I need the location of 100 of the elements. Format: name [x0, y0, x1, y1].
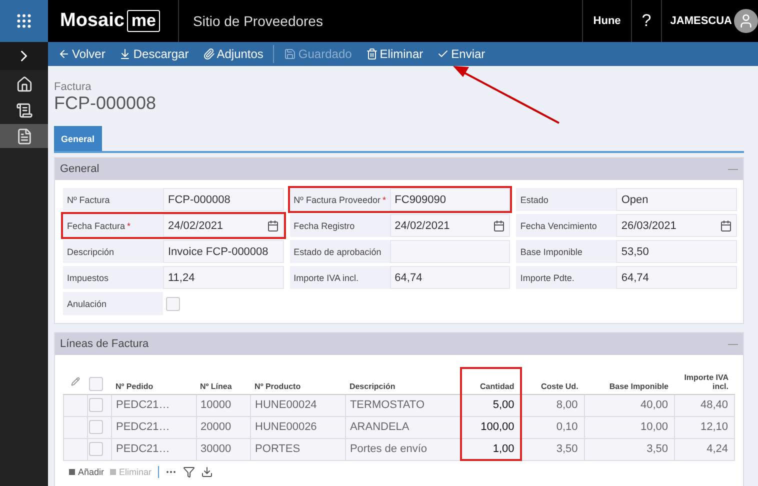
input-field[interactable]: 53,50: [616, 240, 737, 263]
field-label: Anulación: [63, 292, 163, 315]
panel-header[interactable]: General: [55, 158, 743, 180]
document-icon: [16, 128, 32, 144]
field-value: 24/02/2021: [394, 220, 450, 232]
calendar-icon[interactable]: [493, 220, 506, 232]
tab[interactable]: General: [54, 126, 102, 151]
field-value: FCP-000008: [168, 194, 230, 206]
toolbar-button[interactable]: Eliminar: [360, 42, 430, 66]
field-label: Estado: [516, 188, 616, 211]
table-cell: 48,40: [674, 394, 734, 416]
field-value: 64,74: [621, 272, 649, 284]
input-field[interactable]: [390, 240, 510, 263]
line-action-button[interactable]: Añadir: [69, 467, 104, 477]
input-field[interactable]: 11,24: [163, 266, 284, 289]
record-type: Factura: [54, 81, 92, 93]
field-value: Open: [621, 194, 648, 206]
table-cell: PEDC21…: [112, 394, 196, 416]
panel-title: Líneas de Factura: [60, 338, 149, 350]
table-cell: PORTES: [250, 438, 346, 460]
field-value: 24/02/2021: [168, 220, 224, 232]
brand-logo-text: Mosaic: [60, 10, 124, 32]
required-mark: *: [127, 220, 131, 230]
table-cell: 3,50: [584, 438, 674, 460]
table-cell: 100,00: [460, 416, 522, 438]
field-label: Fecha Registro: [290, 214, 390, 237]
column-header[interactable]: Descripción: [345, 368, 461, 394]
sidebar-item[interactable]: [0, 124, 48, 148]
input-field[interactable]: 26/03/2021: [616, 214, 737, 237]
table-cell: 10000: [196, 394, 251, 416]
panel-header[interactable]: Líneas de Factura: [55, 333, 743, 355]
table-cell: 20000: [196, 416, 251, 438]
input-field[interactable]: Open: [616, 188, 737, 211]
field-label: Base Imponible: [516, 240, 616, 263]
required-mark: *: [382, 194, 386, 204]
row-checkbox[interactable]: [89, 420, 103, 434]
table-cell: 3,50: [521, 438, 584, 460]
edit-icon[interactable]: [71, 376, 80, 386]
download-icon[interactable]: [200, 466, 213, 478]
table-cell: 4,24: [674, 438, 734, 460]
field-value: FC909090: [394, 194, 446, 206]
filter-icon[interactable]: [182, 466, 195, 478]
field-label: Estado de aprobación: [290, 240, 390, 263]
input-field[interactable]: 24/02/2021: [163, 214, 284, 237]
field-label: Nº Factura: [63, 188, 163, 211]
brand-logo-box: me: [127, 10, 160, 32]
field-label: Descripción: [63, 240, 163, 263]
table-cell: 1,00: [460, 438, 522, 460]
toolbar-button[interactable]: Volver: [52, 42, 112, 66]
field-value: Invoice FCP-000008: [168, 246, 268, 258]
table-cell: 12,10: [674, 416, 734, 438]
table-cell: Portes de envío: [345, 438, 461, 460]
apps-grid-button[interactable]: [0, 0, 48, 42]
checkbox[interactable]: [166, 296, 180, 310]
paperclip-icon: [202, 48, 215, 60]
select-all-checkbox[interactable]: [88, 376, 102, 390]
table-cell: 5,00: [460, 394, 522, 416]
field-value: 53,50: [621, 246, 649, 258]
user-avatar-icon: [734, 9, 758, 33]
trash-icon: [366, 48, 378, 60]
row-checkbox[interactable]: [89, 398, 103, 412]
toolbar-button[interactable]: Adjuntos: [196, 42, 270, 66]
calendar-icon[interactable]: [720, 220, 732, 232]
input-field[interactable]: 64,74: [616, 266, 737, 289]
input-field[interactable]: Invoice FCP-000008: [163, 240, 284, 263]
download-icon: [119, 48, 132, 60]
table-cell: PEDC21…: [112, 416, 196, 438]
table-cell: HUNE00024: [250, 394, 346, 416]
document-list-icon: [16, 102, 32, 118]
input-field[interactable]: FC909090: [390, 188, 510, 211]
table-cell: 0,10: [521, 416, 584, 438]
input-field[interactable]: FCP-000008: [163, 188, 284, 211]
toolbar-button[interactable]: Descargar: [113, 42, 195, 66]
field-label: Fecha Factura *: [63, 214, 163, 237]
grid-icon: [15, 12, 33, 30]
field-label: Importe Pdte.: [516, 266, 616, 289]
field-value: 26/03/2021: [621, 220, 676, 232]
column-header[interactable]: Importe IVA incl.: [674, 368, 734, 394]
table-cell: 40,00: [584, 394, 674, 416]
table-cell: PEDC21…: [112, 438, 196, 460]
home-icon: [16, 76, 32, 92]
input-field[interactable]: 64,74: [390, 266, 510, 289]
field-value: 11,24: [168, 272, 195, 284]
field-label: Impuestos: [63, 266, 163, 289]
input-field[interactable]: 24/02/2021: [390, 214, 510, 237]
row-checkbox[interactable]: [89, 442, 103, 456]
calendar-icon[interactable]: [266, 220, 279, 232]
table-cell: 10,00: [584, 416, 674, 438]
table-cell: 30000: [196, 438, 251, 460]
left-arrow-icon: [58, 48, 70, 60]
column-header[interactable]: Nº Producto: [250, 368, 346, 394]
table-cell: 8,00: [521, 394, 584, 416]
record-number: FCP-000008: [54, 93, 158, 114]
column-header[interactable]: Nº Pedido: [112, 368, 196, 394]
column-header[interactable]: Coste Ud.: [521, 368, 584, 394]
toolbar-button[interactable]: Enviar: [431, 42, 492, 66]
field-label: Fecha Vencimiento: [516, 214, 616, 237]
column-header[interactable]: Base Imponible: [584, 368, 674, 394]
field-label: Importe IVA incl.: [290, 266, 390, 289]
column-header[interactable]: Nº Línea: [196, 368, 251, 394]
